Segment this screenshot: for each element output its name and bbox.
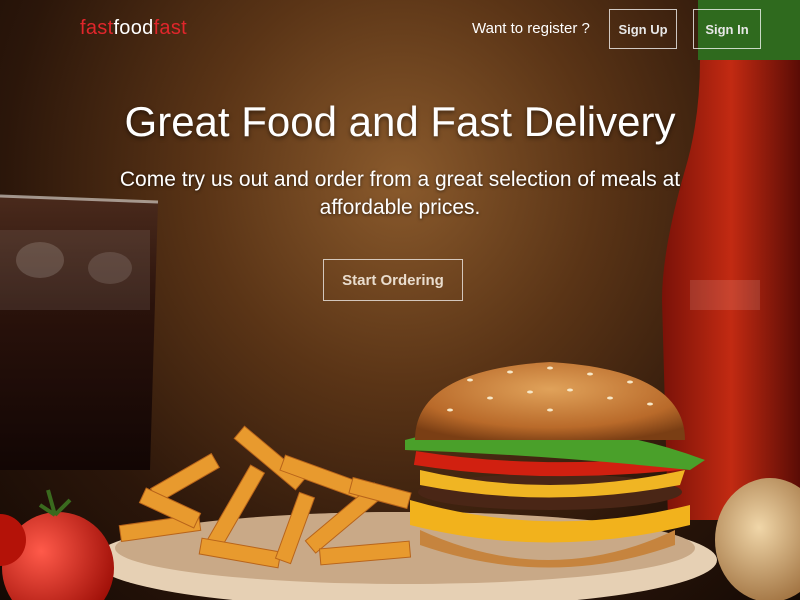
navbar: fastfoodfast Want to register ? Sign Up …	[0, 0, 800, 60]
cola-glass-image	[0, 194, 159, 470]
sign-in-button[interactable]: Sign In	[693, 9, 761, 49]
hero-title: Great Food and Fast Delivery	[124, 98, 676, 145]
logo-part-fast: fast	[80, 17, 114, 39]
ketchup-bottle-image	[662, 0, 800, 520]
logo-part-fast-end: fast	[153, 17, 188, 39]
tomato-image	[0, 489, 114, 600]
brand-logo[interactable]: fastfoodfast	[80, 17, 187, 40]
start-ordering-button[interactable]: Start Ordering	[323, 259, 463, 301]
logo-part-food: food	[113, 17, 154, 39]
hero-subtitle: Come try us out and order from a great s…	[119, 168, 681, 219]
sign-up-button[interactable]: Sign Up	[609, 9, 677, 49]
register-prompt: Want to register ?	[472, 20, 590, 37]
